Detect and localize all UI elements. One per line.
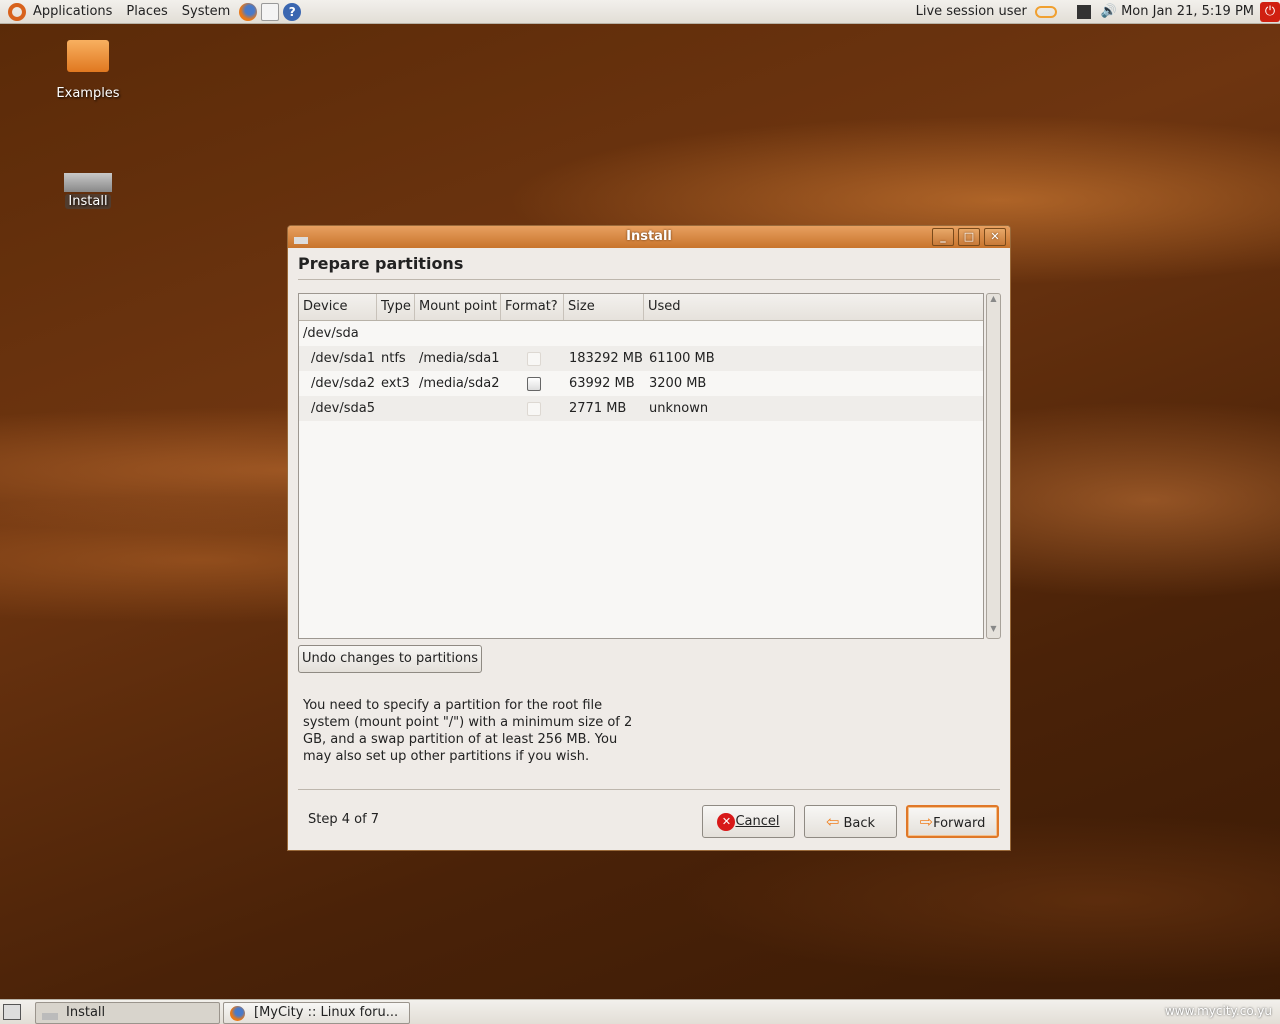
disk-device: /dev/sda [303,326,359,341]
cell-device: /dev/sda2 [311,376,375,391]
column-format[interactable]: Format? [500,294,563,320]
step-indicator: Step 4 of 7 [308,812,380,827]
cell-size: 2771 MB [569,401,627,416]
bottom-panel: Install [MyCity :: Linux foru... www.myc… [0,999,1280,1024]
instructions-text: You need to specify a partition for the … [303,698,633,764]
undo-changes-button[interactable]: Undo changes to partitions [298,645,482,673]
table-row[interactable]: /dev/sda1 ntfs /media/sda1 183292 MB 611… [299,346,983,371]
task-label: [MyCity :: Linux foru... [254,1005,399,1020]
desktop-icon-label: Install [65,194,111,209]
maximize-button[interactable]: □ [958,228,980,246]
firefox-icon[interactable] [239,2,258,21]
cell-type: ext3 [381,376,410,391]
cell-mount: /media/sda2 [419,376,500,391]
folder-icon [67,40,109,72]
ubuntu-logo-icon[interactable] [8,2,26,21]
user-name[interactable]: Live session user [916,4,1027,19]
volume-icon[interactable]: 🔊 [1101,4,1117,19]
title-bar[interactable]: Install _ □ ✕ [288,226,1010,248]
cell-used: unknown [649,401,709,416]
help-icon[interactable]: ? [283,2,302,21]
column-used[interactable]: Used [643,294,983,320]
desktop-icon-examples[interactable]: Examples [48,40,128,101]
column-type[interactable]: Type [376,294,414,320]
cell-used: 3200 MB [649,376,707,391]
divider [298,789,1000,790]
partition-table[interactable]: Device Type Mount point Format? Size Use… [298,293,984,639]
watermark: www.mycity.co.yu [1164,1004,1272,1018]
menu-system[interactable]: System [175,4,237,19]
divider [298,279,1000,280]
mail-icon[interactable] [261,2,280,21]
close-button[interactable]: ✕ [984,228,1006,246]
arrow-left-icon: ⇦ [825,812,840,831]
cell-mount: /media/sda1 [419,351,500,366]
show-desktop-icon[interactable] [3,1004,21,1020]
cancel-button[interactable]: ✕ Cancel [702,805,795,838]
window-icon [294,230,308,244]
cell-device: /dev/sda1 [311,351,375,366]
menu-places[interactable]: Places [119,4,174,19]
table-header: Device Type Mount point Format? Size Use… [299,294,983,321]
vertical-scrollbar[interactable]: ▲ ▼ [986,293,1001,639]
scroll-up-icon[interactable]: ▲ [987,294,1000,308]
format-checkbox[interactable] [527,402,541,416]
forward-label: Forward [933,816,986,831]
format-checkbox[interactable] [527,377,541,391]
desktop-icon-install[interactable]: Install [48,150,128,209]
minimize-button[interactable]: _ [932,228,954,246]
taskbar-item-install[interactable]: Install [35,1002,220,1024]
taskbar-item-firefox[interactable]: [MyCity :: Linux foru... [223,1002,410,1024]
column-size[interactable]: Size [563,294,643,320]
network-icon[interactable] [1076,4,1091,19]
cancel-icon: ✕ [717,812,736,831]
firefox-icon [230,1006,245,1021]
table-row[interactable]: /dev/sda2 ext3 /media/sda2 63992 MB 3200… [299,371,983,396]
column-mount-point[interactable]: Mount point [414,294,500,320]
power-icon[interactable]: ⏻ [1260,1,1280,22]
cell-device: /dev/sda5 [311,401,375,416]
back-button[interactable]: ⇦ Back [804,805,897,838]
install-dialog: Install _ □ ✕ Prepare partitions Device … [287,225,1011,851]
installer-icon [64,150,112,192]
cancel-label: Cancel [735,814,780,829]
back-label: Back [843,816,876,831]
window-title: Install [626,229,672,244]
top-panel: Applications Places System ? Live sessio… [0,0,1280,24]
forward-button[interactable]: ⇨Forward [906,805,999,838]
column-device[interactable]: Device [299,294,376,320]
table-row[interactable]: /dev/sda [299,321,983,346]
cell-size: 63992 MB [569,376,635,391]
cell-size: 183292 MB [569,351,643,366]
desktop-icon-label: Examples [56,86,120,101]
scroll-down-icon[interactable]: ▼ [987,624,1000,638]
task-label: Install [66,1005,106,1020]
keys-icon[interactable] [1034,5,1057,18]
format-checkbox[interactable] [527,352,541,366]
table-row[interactable]: /dev/sda5 2771 MB unknown [299,396,983,421]
arrow-right-icon: ⇨ [919,812,934,831]
installer-icon [42,1006,58,1020]
page-title: Prepare partitions [298,254,464,273]
cell-type: ntfs [381,351,406,366]
menu-applications[interactable]: Applications [26,4,119,19]
cell-used: 61100 MB [649,351,715,366]
clock[interactable]: Mon Jan 21, 5:19 PM [1121,4,1254,19]
